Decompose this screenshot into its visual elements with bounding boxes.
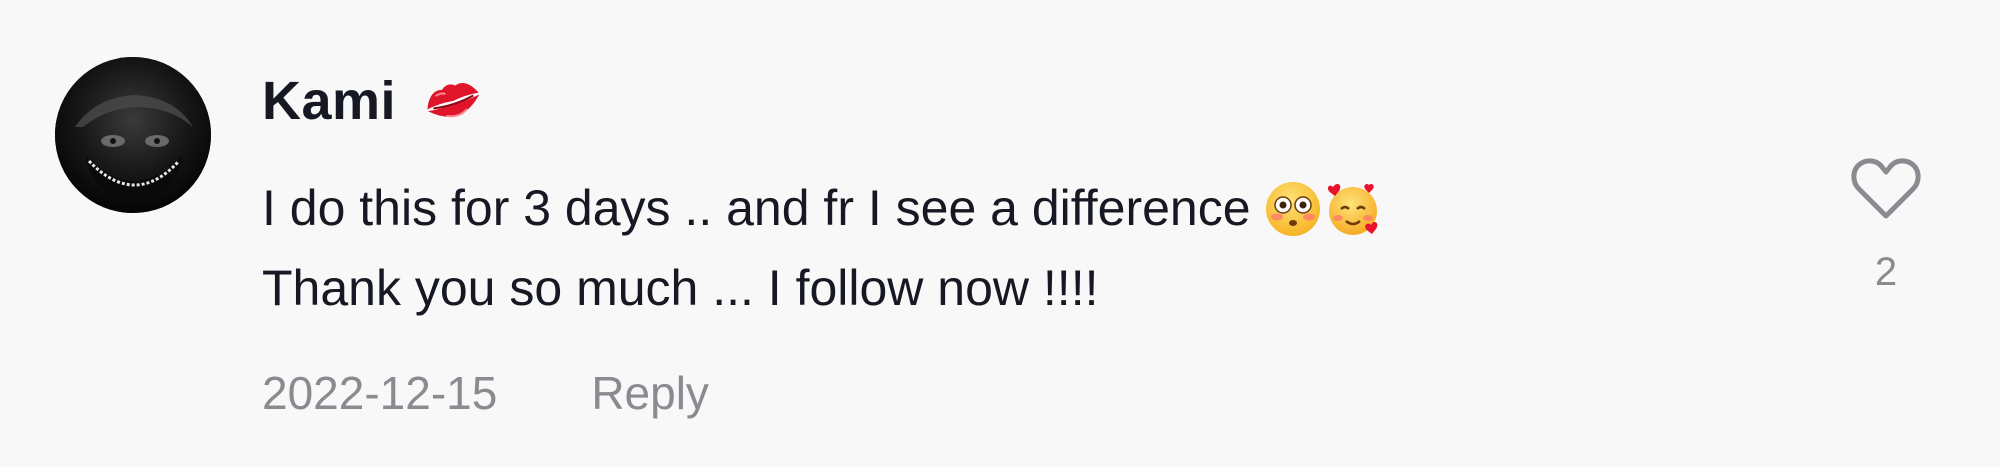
comment-text: I do this for 3 days .. and fr I see a d… [262, 168, 1762, 328]
comment-text-line: I do this for 3 days .. and fr I see a d… [262, 168, 1762, 248]
comment-text-line-2: Thank you so much ... I follow now !!!! [262, 260, 1099, 316]
comment-item: Kami I do this for 3 days .. and fr I se… [0, 0, 2000, 467]
flushed-face-icon [1265, 180, 1321, 236]
smiling-face-with-hearts-icon [1325, 180, 1381, 236]
comment-date: 2022-12-15 [262, 367, 498, 419]
heart-outline-icon[interactable] [1850, 158, 1922, 222]
avatar[interactable] [55, 57, 211, 213]
reply-button[interactable]: Reply [591, 366, 709, 420]
kiss-mark-icon [422, 73, 484, 129]
comment-meta: 2022-12-15 Reply [262, 363, 709, 423]
username[interactable]: Kami [262, 70, 396, 132]
like-section: 2 [1848, 158, 1924, 304]
like-count: 2 [1874, 250, 1898, 294]
comment-header: Kami [262, 66, 484, 136]
comment-text-line-1: I do this for 3 days .. and fr I see a d… [262, 180, 1251, 236]
comment-text-line: Thank you so much ... I follow now !!!! [262, 248, 1762, 328]
